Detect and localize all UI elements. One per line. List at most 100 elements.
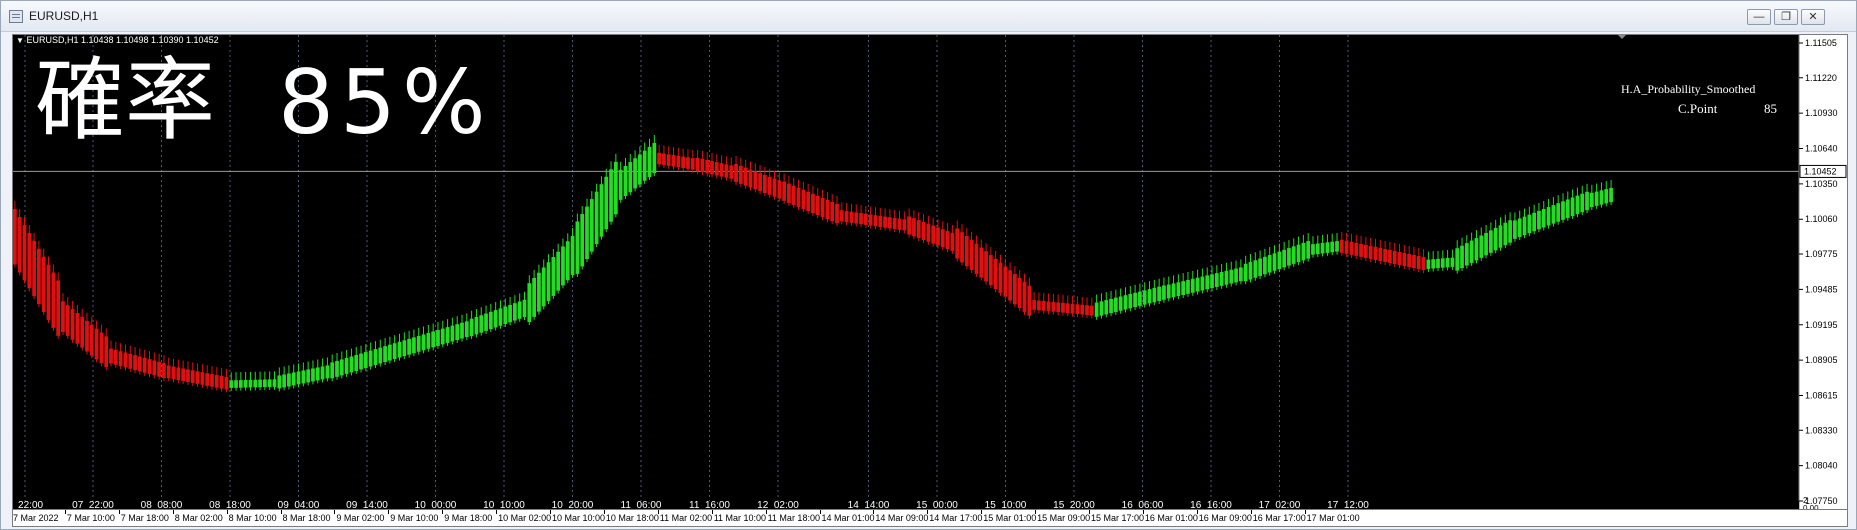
close-button[interactable]: ✕ (1801, 9, 1825, 25)
bull-candle (1450, 257, 1455, 267)
time-axis-label: 14 Mar 09:00 (875, 513, 929, 523)
time-axis-label: 15 Mar 17:00 (1091, 513, 1145, 523)
bear-candle (195, 371, 200, 384)
bull-candle (344, 357, 349, 374)
bull-candle (1258, 258, 1262, 277)
bull-candle (1253, 260, 1258, 278)
bear-candle (676, 155, 681, 168)
bull-candle (1455, 248, 1460, 271)
minimize-button[interactable]: — (1747, 9, 1771, 25)
bear-candle (109, 348, 113, 364)
price-tick-label: 1.08330 (1805, 425, 1838, 435)
time-axis-label: 15 Mar 01:00 (983, 513, 1037, 523)
bear-candle (806, 191, 811, 212)
bull-candle (1522, 216, 1527, 236)
bear-candle (51, 272, 56, 328)
bear-candle (940, 229, 945, 248)
bull-candle (1118, 296, 1123, 311)
bear-candle (166, 365, 171, 379)
restore-button[interactable]: ❐ (1774, 9, 1798, 25)
bear-candle (1056, 302, 1061, 313)
bear-candle (878, 215, 883, 227)
bull-candle (1570, 197, 1575, 217)
bear-candle (1412, 255, 1416, 269)
bear-candle (777, 180, 782, 199)
chart-header-ohlc: ▼ EURUSD,H1 1.10438 1.10498 1.10390 1.10… (16, 35, 219, 45)
time-tick-mark (1035, 510, 1037, 514)
bear-candle (75, 312, 80, 344)
bear-candle (1373, 246, 1378, 260)
time-tick-mark (280, 510, 282, 514)
bull-candle (238, 380, 243, 388)
title-bar[interactable]: EURUSD,H1 — ❐ ✕ (1, 1, 1856, 32)
bear-candle (883, 216, 887, 228)
bull-candle (1171, 283, 1176, 298)
price-tick-label: 1.11220 (1805, 73, 1837, 83)
bear-candle (89, 324, 94, 356)
time-axis-label: 8 Mar 10:00 (228, 513, 277, 523)
bear-candle (118, 351, 123, 367)
bear-candle (796, 187, 801, 208)
bull-candle (1306, 241, 1311, 259)
probability-value: 85% (278, 51, 492, 154)
price-tick-label: 1.09485 (1805, 284, 1838, 294)
shift-marker-icon[interactable] (1617, 34, 1627, 39)
bear-candle (104, 336, 109, 368)
bear-candle (738, 165, 743, 184)
bull-candle (1493, 227, 1498, 251)
time-tick-mark (496, 510, 498, 514)
price-axis[interactable] (1799, 35, 1847, 509)
bull-candle (1527, 214, 1532, 234)
bear-candle (974, 243, 979, 274)
bull-candle (618, 169, 623, 200)
price-tick-label: 1.10060 (1805, 214, 1838, 224)
bull-candle (484, 313, 488, 331)
bear-candle (1003, 266, 1008, 297)
time-tick-mark (64, 510, 66, 514)
bull-candle (1162, 285, 1166, 300)
bear-candle (671, 155, 676, 167)
bull-candle (1335, 241, 1339, 252)
time-tick-mark (927, 510, 929, 514)
bear-candle (1378, 247, 1383, 261)
bull-candle (1147, 289, 1152, 304)
time-tick-mark (172, 510, 174, 514)
bull-candle (474, 316, 479, 335)
bear-candle (931, 225, 936, 244)
bull-candle (642, 150, 647, 181)
bear-candle (815, 195, 820, 216)
time-axis-label: 16 Mar 01:00 (1144, 513, 1198, 523)
bull-candle (1166, 284, 1171, 299)
time-axis-label: 7 Mar 18:00 (120, 513, 169, 523)
price-tick-label: 1.09195 (1805, 320, 1838, 330)
bear-candle (1027, 285, 1032, 316)
bear-candle (138, 356, 142, 372)
bull-candle (253, 379, 258, 388)
price-tick-label: 1.10640 (1805, 144, 1838, 154)
chart-area[interactable]: 1.11505 1.11220 1.10930 1.10640 1.10350 1.100… (12, 34, 1848, 520)
bull-candle (532, 277, 536, 317)
time-axis-label: 14 Mar 01:00 (821, 513, 875, 523)
bear-candle (888, 217, 892, 229)
bear-candle (945, 231, 950, 250)
bull-candle (1210, 274, 1214, 289)
chart-menu-triangle-icon[interactable]: ▼ (16, 36, 24, 45)
bull-candle (335, 360, 339, 377)
bear-candle (85, 320, 89, 352)
bull-candle (363, 352, 368, 368)
time-axis-label: 11 Mar 02:00 (659, 513, 713, 523)
bear-candle (219, 375, 224, 389)
bear-candle (190, 370, 195, 383)
bear-candle (152, 360, 157, 376)
bull-candle (1238, 267, 1243, 282)
bear-candle (844, 211, 849, 223)
bull-candle (248, 379, 253, 388)
bear-candle (912, 218, 916, 237)
bear-candle (133, 355, 137, 371)
bull-candle (1599, 190, 1604, 205)
time-tick-mark (873, 510, 875, 514)
bull-candle (258, 379, 262, 388)
bull-candle (493, 310, 498, 328)
bull-candle (1109, 298, 1113, 314)
time-tick-mark (657, 510, 659, 514)
